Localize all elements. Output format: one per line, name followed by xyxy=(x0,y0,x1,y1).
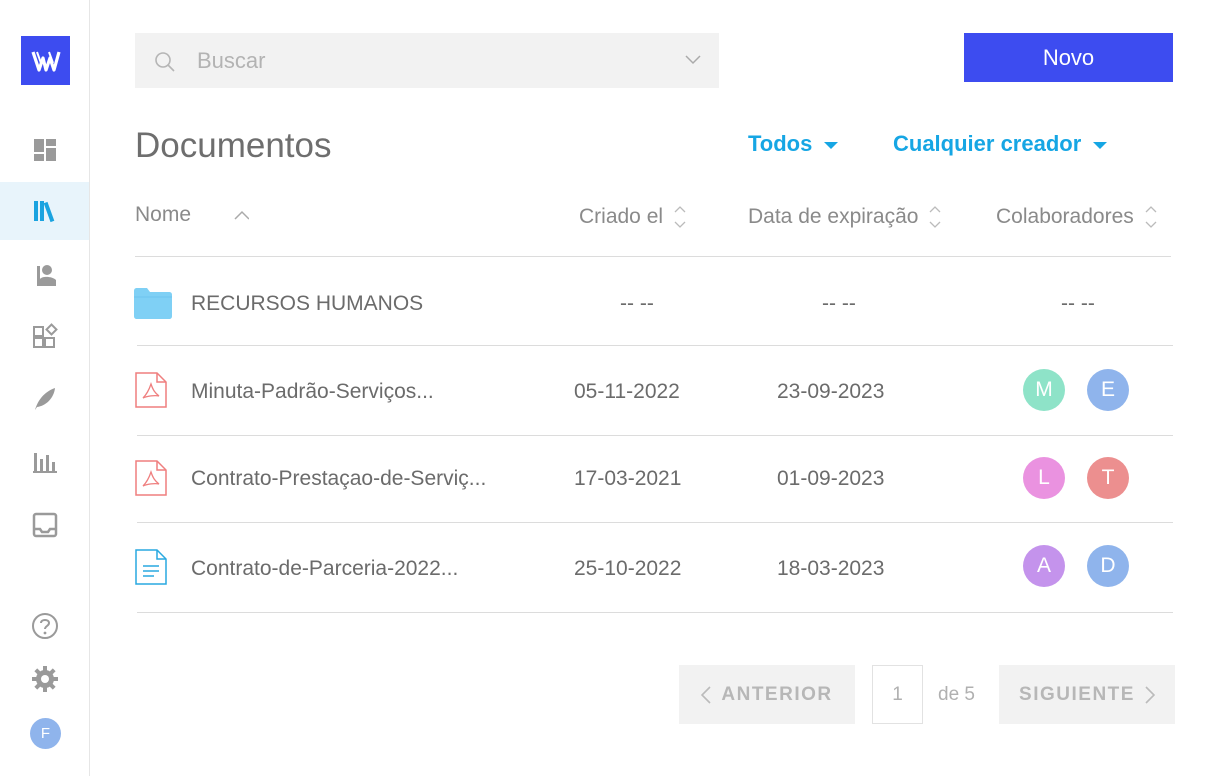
sidebar-item-help[interactable] xyxy=(0,597,89,655)
help-icon xyxy=(31,613,58,639)
row-divider xyxy=(137,612,1173,613)
created-date: -- -- xyxy=(620,292,654,315)
collaborators-empty: -- -- xyxy=(1061,292,1095,315)
user-avatar[interactable]: F xyxy=(30,718,61,749)
sidebar-item-reports[interactable] xyxy=(0,433,89,491)
sort-icon xyxy=(929,206,941,228)
next-page-label: SIGUIENTE xyxy=(1019,683,1135,705)
dashboard-icon xyxy=(33,139,56,161)
next-page-button[interactable]: SIGUIENTE xyxy=(999,665,1175,724)
document-file-icon xyxy=(135,549,167,585)
table-row[interactable]: Contrato-de-Parceria-2022... 25-10-2022 … xyxy=(135,523,1173,611)
sidebar-item-templates[interactable] xyxy=(0,307,89,365)
collaborator-avatar[interactable]: T xyxy=(1087,457,1129,499)
column-header-label: Criado el xyxy=(579,205,664,228)
library-icon xyxy=(33,201,54,223)
sort-ascending-icon xyxy=(234,210,250,220)
column-header-created[interactable]: Criado el xyxy=(579,203,687,231)
collaborator-avatar[interactable]: E xyxy=(1087,369,1129,411)
sidebar-item-library[interactable] xyxy=(0,182,89,240)
column-header-label: Data de expiração xyxy=(748,205,919,228)
collaborator-avatar[interactable]: M xyxy=(1023,369,1065,411)
sidebar-item-dashboard[interactable] xyxy=(0,121,89,179)
table-row[interactable]: Minuta-Padrão-Serviços... 05-11-2022 23-… xyxy=(135,346,1173,434)
file-name[interactable]: Contrato-de-Parceria-2022... xyxy=(191,557,458,581)
reports-icon xyxy=(32,453,57,473)
sidebar-item-settings[interactable] xyxy=(0,650,89,708)
current-page-input[interactable]: 1 xyxy=(872,665,923,724)
sidebar-item-signature[interactable] xyxy=(0,370,89,428)
collaborator-avatar[interactable]: A xyxy=(1023,545,1065,587)
sidebar: F xyxy=(0,0,90,776)
contacts-icon xyxy=(36,265,56,286)
folder-icon xyxy=(134,288,172,319)
signature-icon xyxy=(34,388,55,410)
logo-w-icon xyxy=(30,50,61,72)
column-header-name[interactable]: Nome xyxy=(135,203,250,227)
created-date: 25-10-2022 xyxy=(574,557,682,580)
new-document-button[interactable]: Novo xyxy=(964,33,1173,82)
total-pages-label: de 5 xyxy=(938,684,975,705)
table-row[interactable]: RECURSOS HUMANOS -- -- -- -- -- -- xyxy=(134,258,1173,346)
chevron-left-icon xyxy=(701,685,711,704)
chevron-down-icon[interactable] xyxy=(685,55,701,65)
expiration-date: 23-09-2023 xyxy=(777,380,885,403)
pdf-file-icon xyxy=(135,460,167,496)
sort-icon xyxy=(674,206,686,228)
settings-icon xyxy=(31,666,58,692)
expiration-date: -- -- xyxy=(822,292,856,315)
search-icon xyxy=(155,52,175,72)
pdf-file-icon xyxy=(135,372,167,408)
previous-page-button[interactable]: ANTERIOR xyxy=(679,665,855,724)
caret-down-icon xyxy=(824,142,839,149)
previous-page-label: ANTERIOR xyxy=(721,683,833,705)
sidebar-item-contacts[interactable] xyxy=(0,246,89,304)
caret-down-icon xyxy=(1093,142,1108,149)
column-header-expiration[interactable]: Data de expiração xyxy=(748,203,942,231)
file-name[interactable]: Minuta-Padrão-Serviços... xyxy=(191,380,434,404)
creator-filter[interactable]: Cualquier creador xyxy=(893,131,1108,157)
file-name[interactable]: RECURSOS HUMANOS xyxy=(191,292,423,316)
expiration-date: 18-03-2023 xyxy=(777,557,885,580)
app-logo[interactable] xyxy=(21,36,70,85)
status-filter[interactable]: Todos xyxy=(748,131,839,157)
column-header-collaborators[interactable]: Colaboradores xyxy=(996,203,1158,231)
search-bar[interactable] xyxy=(135,33,719,88)
chevron-right-icon xyxy=(1145,685,1155,704)
header-divider xyxy=(135,256,1171,257)
inbox-icon xyxy=(32,512,57,538)
templates-icon xyxy=(32,323,58,348)
sort-icon xyxy=(1145,206,1157,228)
file-name[interactable]: Contrato-Prestaçao-de-Serviç... xyxy=(191,467,486,491)
search-input[interactable] xyxy=(197,45,667,77)
collaborator-avatar[interactable]: D xyxy=(1087,545,1129,587)
creator-filter-label: Cualquier creador xyxy=(893,131,1082,156)
status-filter-label: Todos xyxy=(748,131,813,156)
expiration-date: 01-09-2023 xyxy=(777,467,885,490)
table-row[interactable]: Contrato-Prestaçao-de-Serviç... 17-03-20… xyxy=(135,433,1173,521)
created-date: 05-11-2022 xyxy=(574,380,680,403)
page-title: Documentos xyxy=(135,126,332,165)
sidebar-item-inbox[interactable] xyxy=(0,496,89,554)
collaborator-avatar[interactable]: L xyxy=(1023,457,1065,499)
column-header-label: Nome xyxy=(135,203,192,226)
column-header-label: Colaboradores xyxy=(996,205,1134,228)
created-date: 17-03-2021 xyxy=(574,467,682,490)
